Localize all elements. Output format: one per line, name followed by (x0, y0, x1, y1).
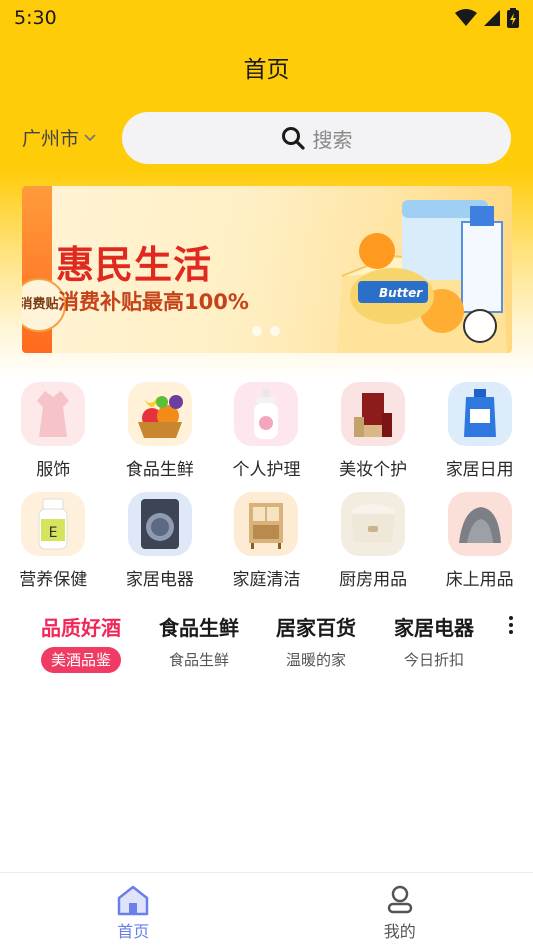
washing-machine-icon (127, 492, 192, 556)
lotion-bottle-icon (234, 382, 299, 446)
nav-label: 首页 (117, 921, 150, 941)
city-label: 广州市 (22, 128, 80, 150)
tab-subtitle: 美酒品鉴 (40, 647, 121, 673)
category-label: 食品生鲜 (125, 460, 194, 480)
tab-home-appliances[interactable]: 家居电器 今日折扣 (375, 612, 493, 673)
nav-home[interactable]: 首页 (0, 873, 267, 948)
nav-profile[interactable]: 我的 (267, 873, 533, 948)
category-clothing[interactable]: 服饰 (0, 382, 107, 480)
promo-banner[interactable]: 消费贴 惠民生活 消费补贴最高100% Butter (22, 186, 512, 353)
page-title: 首页 (243, 57, 290, 83)
category-label: 服饰 (36, 460, 71, 480)
banner-subtitle: 消费补贴最高100% (58, 290, 249, 314)
tab-subtitle: 温暖的家 (285, 651, 346, 669)
grocery-box-illustration (337, 200, 507, 353)
battery-icon (507, 8, 519, 28)
search-icon (281, 127, 305, 150)
tab-title: 居家百货 (276, 616, 356, 640)
chevron-down-icon (84, 133, 96, 141)
tab-subtitle: 食品生鲜 (168, 651, 229, 669)
status-bar: 5:30 (0, 0, 533, 36)
category-label: 家庭清洁 (232, 570, 301, 590)
dress-icon (21, 382, 86, 446)
tab-title: 食品生鲜 (159, 616, 239, 640)
pagination-dot (252, 326, 262, 336)
channel-tabs: 品质好酒 美酒品鉴 食品生鲜 食品生鲜 居家百货 温暖的家 家居电器 今日折扣 (0, 612, 533, 676)
category-label: 家居日用 (445, 460, 514, 480)
category-kitchen[interactable]: 厨房用品 (320, 492, 427, 590)
category-personal-care[interactable]: 个人护理 (213, 382, 320, 480)
category-nutrition[interactable]: E 营养保健 (0, 492, 107, 590)
cosmetics-icon (341, 382, 406, 446)
cellular-signal-icon (484, 10, 500, 26)
detergent-icon (447, 382, 512, 446)
wifi-icon (455, 9, 477, 26)
svg-text:E: E (49, 525, 58, 541)
category-fresh-food[interactable]: 食品生鲜 (107, 382, 214, 480)
category-label: 厨房用品 (339, 570, 408, 590)
supplement-bottle-icon: E (21, 492, 86, 556)
home-icon (118, 885, 149, 915)
banner-pagination (252, 326, 280, 336)
category-label: 床上用品 (445, 570, 514, 590)
fruit-basket-icon (127, 382, 192, 446)
nav-label: 我的 (383, 921, 416, 941)
tab-quality-wine[interactable]: 品质好酒 美酒品鉴 (22, 612, 140, 673)
category-home-appliances[interactable]: 家居电器 (107, 492, 214, 590)
butter-label: Butter (379, 286, 423, 300)
bottom-nav: 首页 我的 (0, 872, 533, 948)
tab-home-goods[interactable]: 居家百货 温暖的家 (257, 612, 375, 673)
profile-icon (387, 885, 412, 913)
category-label: 个人护理 (232, 460, 301, 480)
category-grid: 服饰 食品生鲜 个人护理 美妆个护 家居日用 E 营养保健 家居电器 家庭清洁 … (0, 382, 533, 590)
category-label: 营养保健 (19, 570, 88, 590)
pagination-dot (270, 326, 280, 336)
tab-fresh-food[interactable]: 食品生鲜 食品生鲜 (140, 612, 258, 673)
category-beauty[interactable]: 美妆个护 (320, 382, 427, 480)
category-label: 家居电器 (125, 570, 194, 590)
rice-cooker-icon (341, 492, 406, 556)
city-selector[interactable]: 广州市 (22, 124, 97, 151)
banner-title: 惠民生活 (56, 243, 213, 287)
tab-title: 家居电器 (394, 616, 474, 640)
status-icons (455, 8, 519, 28)
category-home-cleaning[interactable]: 家庭清洁 (213, 492, 320, 590)
tab-subtitle: 今日折扣 (403, 651, 464, 669)
more-tabs-icon[interactable] (508, 614, 514, 636)
bedding-icon (447, 492, 512, 556)
category-label: 美妆个护 (339, 460, 408, 480)
status-time: 5:30 (14, 7, 57, 29)
shelf-icon (234, 492, 299, 556)
search-placeholder: 搜索 (312, 127, 353, 152)
category-household[interactable]: 家居日用 (426, 382, 533, 480)
tab-title: 品质好酒 (41, 616, 121, 640)
category-bedding[interactable]: 床上用品 (426, 492, 533, 590)
search-input[interactable]: 搜索 (122, 112, 511, 164)
